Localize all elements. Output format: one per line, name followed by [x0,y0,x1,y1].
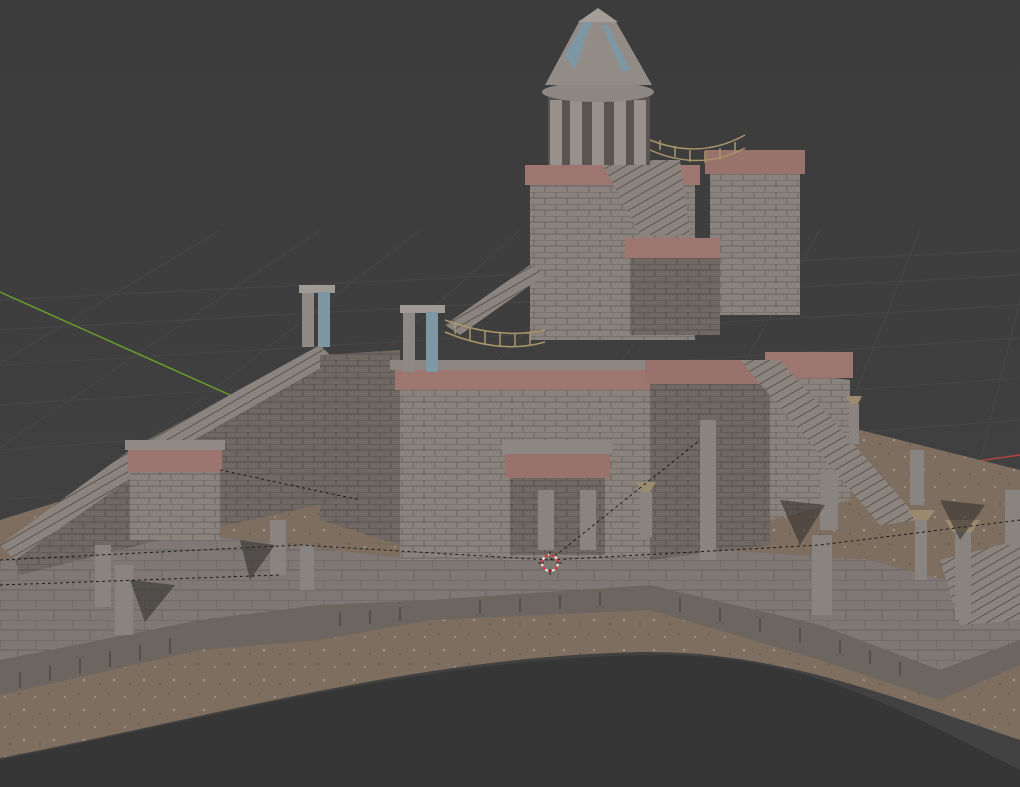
left-gatehouse [125,440,225,540]
3d-viewport[interactable] [0,0,1020,787]
